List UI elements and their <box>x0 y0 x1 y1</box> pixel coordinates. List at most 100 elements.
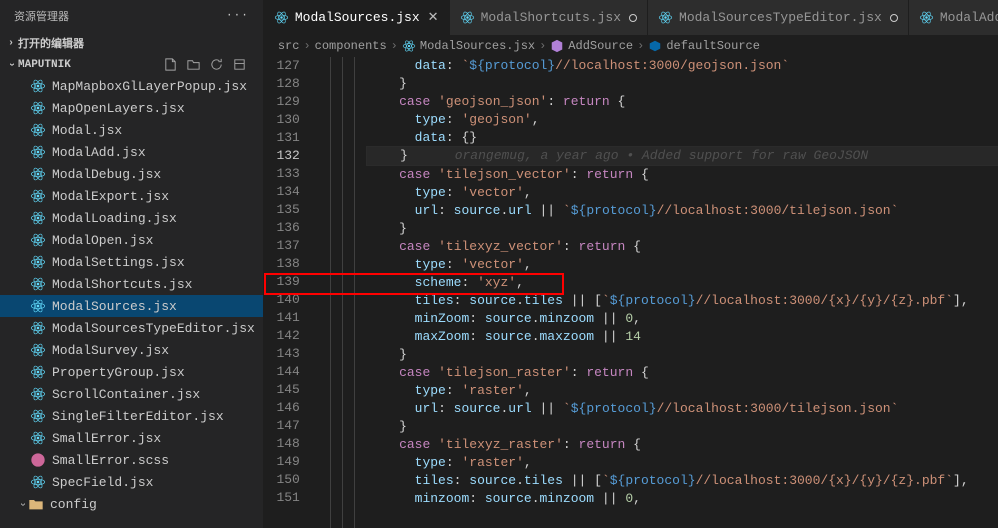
react-icon <box>30 232 46 248</box>
tree-item[interactable]: ModalSurvey.jsx <box>0 339 263 361</box>
code-line[interactable]: type: 'raster', <box>366 454 998 472</box>
tree-item[interactable]: Modal.jsx <box>0 119 263 141</box>
tree-item[interactable]: ScrollContainer.jsx <box>0 383 263 405</box>
tree-item[interactable]: ModalSourcesTypeEditor.jsx <box>0 317 263 339</box>
code-line[interactable]: minzoom: source.minzoom || 0, <box>366 490 998 508</box>
breadcrumb[interactable]: src› components› ModalSources.jsx› AddSo… <box>264 35 998 57</box>
code-line[interactable]: minZoom: source.minzoom || 0, <box>366 310 998 328</box>
editor[interactable]: 1271281291301311321331341351361371381391… <box>264 57 998 528</box>
line-number: 128 <box>264 75 300 93</box>
breadcrumb-item: components <box>315 39 387 53</box>
tree-item[interactable]: ModalExport.jsx <box>0 185 263 207</box>
line-number: 148 <box>264 435 300 453</box>
chevron-right-icon: › <box>4 38 18 49</box>
line-number: 132 <box>264 147 300 165</box>
react-icon <box>30 188 46 204</box>
project-label: MAPUTNIK <box>18 59 71 71</box>
refresh-icon[interactable] <box>209 57 224 72</box>
react-icon <box>30 210 46 226</box>
code-line[interactable]: data: {} <box>366 129 998 147</box>
tree-item[interactable]: ModalOpen.jsx <box>0 229 263 251</box>
code-line[interactable]: tiles: source.tiles || [`${protocol}//lo… <box>366 292 998 310</box>
file-label: ModalDebug.jsx <box>52 167 161 182</box>
new-folder-icon[interactable] <box>186 57 201 72</box>
code-line[interactable]: case 'tilejson_vector': return { <box>366 166 998 184</box>
tree-item[interactable]: SmallError.scss <box>0 449 263 471</box>
editor-tab[interactable]: ModalAdd.jsx <box>909 0 998 35</box>
collapse-icon[interactable] <box>232 57 247 72</box>
new-file-icon[interactable] <box>163 57 178 72</box>
react-icon <box>30 144 46 160</box>
sidebar-header: 资源管理器 ··· <box>0 0 263 32</box>
file-label: ScrollContainer.jsx <box>52 387 200 402</box>
tree-item[interactable]: SmallError.jsx <box>0 427 263 449</box>
react-icon <box>30 342 46 358</box>
code-line[interactable]: data: `${protocol}//localhost:3000/geojs… <box>366 57 998 75</box>
editor-tab[interactable]: ModalSources.jsx✕ <box>264 0 450 35</box>
code-line[interactable]: url: source.url || `${protocol}//localho… <box>366 400 998 418</box>
fold-bar <box>316 57 330 528</box>
file-tree: MapMapboxGlLayerPopup.jsxMapOpenLayers.j… <box>0 75 263 528</box>
breadcrumb-item: defaultSource <box>648 39 760 53</box>
more-icon[interactable]: ··· <box>226 10 249 22</box>
tree-item[interactable]: ModalAdd.jsx <box>0 141 263 163</box>
tree-item[interactable]: SingleFilterEditor.jsx <box>0 405 263 427</box>
file-label: SingleFilterEditor.jsx <box>52 409 224 424</box>
code-line[interactable]: tiles: source.tiles || [`${protocol}//lo… <box>366 472 998 490</box>
file-label: ModalLoading.jsx <box>52 211 177 226</box>
line-number: 147 <box>264 417 300 435</box>
react-icon <box>30 166 46 182</box>
code-line[interactable]: scheme: 'xyz', <box>366 274 998 292</box>
tree-item[interactable]: ModalLoading.jsx <box>0 207 263 229</box>
folder-icon <box>28 496 44 512</box>
code-line[interactable]: } <box>366 346 998 364</box>
tree-item[interactable]: MapOpenLayers.jsx <box>0 97 263 119</box>
code-line[interactable]: case 'tilejson_raster': return { <box>366 364 998 382</box>
react-icon <box>30 122 46 138</box>
tree-item[interactable]: ModalSettings.jsx <box>0 251 263 273</box>
code-line[interactable]: type: 'geojson', <box>366 111 998 129</box>
code-line[interactable]: } <box>366 220 998 238</box>
react-icon <box>30 408 46 424</box>
react-icon <box>460 10 475 25</box>
tree-item[interactable]: SpecField.jsx <box>0 471 263 493</box>
react-icon <box>658 10 673 25</box>
breadcrumb-item: src <box>278 39 300 53</box>
file-label: ModalSourcesTypeEditor.jsx <box>52 321 255 336</box>
editor-tab[interactable]: ModalSourcesTypeEditor.jsx <box>648 0 909 35</box>
editor-tab[interactable]: ModalShortcuts.jsx <box>450 0 648 35</box>
code-line[interactable]: type: 'raster', <box>366 382 998 400</box>
gutter: 1271281291301311321331341351361371381391… <box>264 57 316 528</box>
tree-item[interactable]: ModalSources.jsx <box>0 295 263 317</box>
line-number: 149 <box>264 453 300 471</box>
tree-item[interactable]: MapMapboxGlLayerPopup.jsx <box>0 75 263 97</box>
code-line[interactable]: } <box>366 75 998 93</box>
file-label: SmallError.scss <box>52 453 169 468</box>
code-line[interactable]: } <box>366 418 998 436</box>
line-number: 143 <box>264 345 300 363</box>
tree-item[interactable]: ModalShortcuts.jsx <box>0 273 263 295</box>
line-number: 141 <box>264 309 300 327</box>
line-number: 146 <box>264 399 300 417</box>
code-line[interactable]: case 'tilexyz_raster': return { <box>366 436 998 454</box>
tree-item[interactable]: PropertyGroup.jsx <box>0 361 263 383</box>
line-number: 145 <box>264 381 300 399</box>
project-header[interactable]: › MAPUTNIK <box>0 54 263 75</box>
react-icon <box>30 364 46 380</box>
code-line[interactable]: } orangemug, a year ago • Added support … <box>366 146 998 166</box>
react-icon <box>30 474 46 490</box>
code-line[interactable]: url: source.url || `${protocol}//localho… <box>366 202 998 220</box>
line-number: 139 <box>264 273 300 291</box>
tree-item[interactable]: ModalDebug.jsx <box>0 163 263 185</box>
line-number: 135 <box>264 201 300 219</box>
code-line[interactable]: type: 'vector', <box>366 184 998 202</box>
code-area[interactable]: data: `${protocol}//localhost:3000/geojs… <box>366 57 998 528</box>
close-icon[interactable]: ✕ <box>428 10 439 25</box>
code-line[interactable]: type: 'vector', <box>366 256 998 274</box>
breadcrumb-item: ModalSources.jsx <box>402 39 535 53</box>
code-line[interactable]: case 'geojson_json': return { <box>366 93 998 111</box>
tree-folder[interactable]: ›config <box>0 493 263 515</box>
open-editors-header[interactable]: › 打开的编辑器 <box>0 32 263 54</box>
code-line[interactable]: case 'tilexyz_vector': return { <box>366 238 998 256</box>
code-line[interactable]: maxZoom: source.maxzoom || 14 <box>366 328 998 346</box>
